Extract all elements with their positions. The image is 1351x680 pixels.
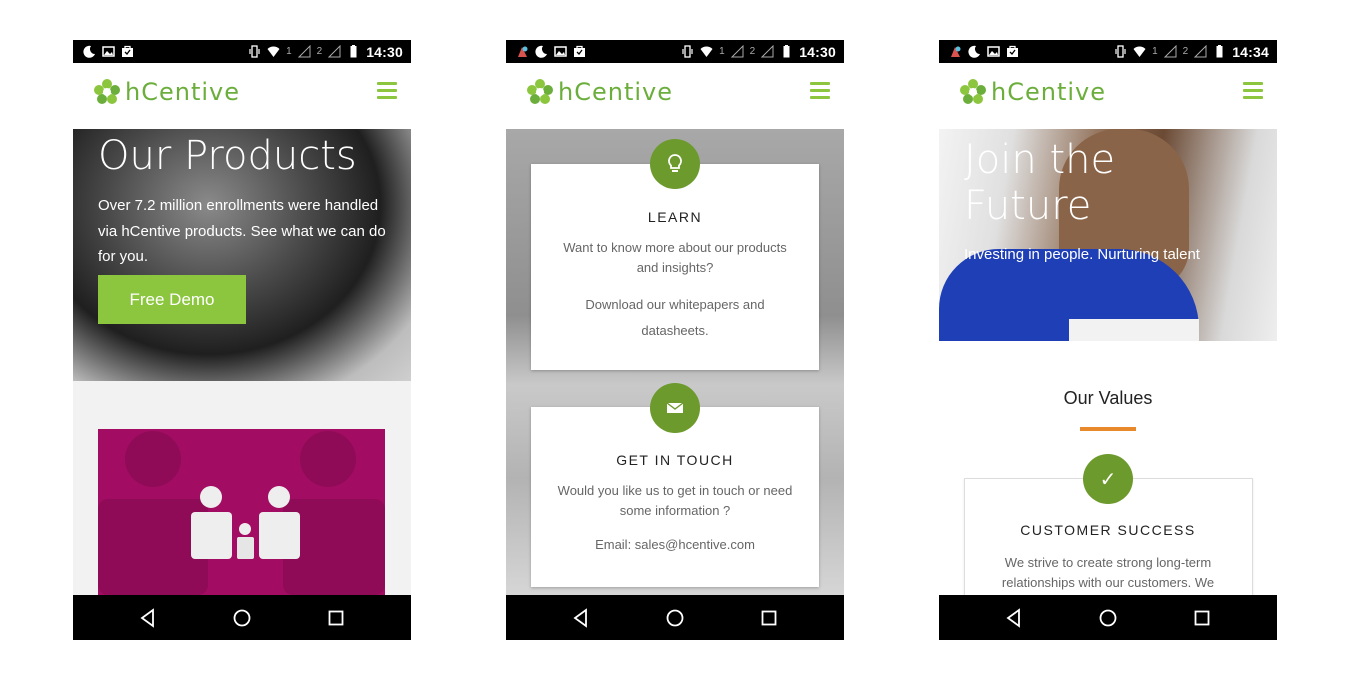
sim2-label: 2 xyxy=(749,46,756,57)
app-notification-icon xyxy=(951,46,961,57)
envelope-icon xyxy=(666,402,684,413)
clock: 14:30 xyxy=(366,43,403,60)
hamburger-menu-icon[interactable] xyxy=(377,82,397,100)
learn-card[interactable]: LEARN Want to know more about our produc… xyxy=(531,164,819,370)
wifi-icon xyxy=(1133,46,1146,57)
learn-download-text: Download our whitepapers and datasheets. xyxy=(585,297,765,338)
image-icon xyxy=(102,46,115,57)
signal-icon xyxy=(297,45,311,58)
hero-paper xyxy=(1069,319,1199,341)
hcentive-logo[interactable]: hCentive xyxy=(526,78,673,106)
customer-success-title: CUSTOMER SUCCESS xyxy=(1020,522,1196,538)
products-section xyxy=(73,381,411,595)
sales-email-link[interactable]: Email: sales@hcentive.com xyxy=(551,535,799,555)
image-icon xyxy=(554,46,567,57)
customer-success-text: We strive to create strong long-term rel… xyxy=(1001,555,1215,590)
recents-square-icon[interactable] xyxy=(1191,607,1213,629)
phone-screen-products: 1 2 14:30 hCentive Our Products Over 7.2… xyxy=(73,40,411,640)
battery-icon xyxy=(783,45,790,58)
clock: 14:34 xyxy=(1232,43,1269,60)
battery-icon xyxy=(350,45,357,58)
logo-mark-icon xyxy=(960,79,986,104)
get-in-touch-text: Would you like us to get in touch or nee… xyxy=(557,483,793,518)
app-notification-icon xyxy=(518,46,528,57)
page-title: Join the Future xyxy=(964,137,1116,229)
hcentive-logo[interactable]: hCentive xyxy=(959,78,1106,106)
hamburger-menu-icon[interactable] xyxy=(1243,82,1263,100)
status-bar: 1 2 14:30 xyxy=(506,40,844,63)
logo-text: hCentive xyxy=(558,78,673,106)
sim1-label: 1 xyxy=(286,46,292,57)
checkmark-icon: ✓ xyxy=(1083,454,1133,504)
signal-icon xyxy=(328,45,341,58)
site-header: hCentive xyxy=(506,63,844,129)
site-header: hCentive xyxy=(939,63,1277,129)
phone-screen-careers: 1 2 14:34 hCentive Join the Future Inves… xyxy=(939,40,1277,640)
home-circle-icon[interactable] xyxy=(1097,607,1119,629)
learn-badge xyxy=(650,139,700,189)
site-header: hCentive xyxy=(73,63,411,129)
careers-hero: Join the Future Investing in people. Nur… xyxy=(939,129,1277,341)
moon-icon xyxy=(535,45,547,58)
product-illustration xyxy=(98,429,385,595)
signal-icon xyxy=(730,45,744,58)
home-circle-icon[interactable] xyxy=(664,607,686,629)
hero-subtitle: Investing in people. Nurturing talent xyxy=(964,246,1200,263)
recents-square-icon[interactable] xyxy=(758,607,780,629)
hamburger-menu-icon[interactable] xyxy=(810,82,830,100)
clock: 14:30 xyxy=(799,43,836,60)
lightbulb-icon xyxy=(668,154,682,172)
sim2-label: 2 xyxy=(1182,46,1189,57)
android-nav-bar xyxy=(73,595,411,640)
home-circle-icon[interactable] xyxy=(231,607,253,629)
page-title: Our Products xyxy=(98,133,357,179)
logo-text: hCentive xyxy=(991,78,1106,106)
phone-screen-contact: 1 2 14:30 hCentive LEARN Want to know mo… xyxy=(506,40,844,640)
back-triangle-icon[interactable] xyxy=(1003,607,1025,629)
learn-text: Want to know more about our products and… xyxy=(563,240,787,275)
moon-icon xyxy=(968,45,980,58)
get-in-touch-card[interactable]: GET IN TOUCH Would you like us to get in… xyxy=(531,407,819,587)
vibrate-icon xyxy=(682,45,693,58)
wifi-icon xyxy=(267,46,280,57)
recents-square-icon[interactable] xyxy=(325,607,347,629)
status-bar: 1 2 14:30 xyxy=(73,40,411,63)
signal-icon xyxy=(1194,45,1207,58)
shopping-bag-icon xyxy=(122,45,133,57)
sim2-label: 2 xyxy=(316,46,323,57)
free-demo-button[interactable]: Free Demo xyxy=(98,275,246,324)
android-nav-bar xyxy=(939,595,1277,640)
vibrate-icon xyxy=(249,45,260,58)
logo-mark-icon xyxy=(94,79,120,104)
sim1-label: 1 xyxy=(1152,46,1158,57)
family-illustration-icon xyxy=(98,431,385,595)
logo-mark-icon xyxy=(527,79,553,104)
values-heading: Our Values xyxy=(1063,388,1153,408)
back-triangle-icon[interactable] xyxy=(570,607,592,629)
get-in-touch-title: GET IN TOUCH xyxy=(616,452,734,468)
signal-icon xyxy=(761,45,774,58)
signal-icon xyxy=(1163,45,1177,58)
android-nav-bar xyxy=(506,595,844,640)
learn-title: LEARN xyxy=(647,209,703,225)
wifi-icon xyxy=(700,46,713,57)
shopping-bag-icon xyxy=(1007,45,1018,57)
battery-icon xyxy=(1216,45,1223,58)
hero-description: Over 7.2 million enrollments were handle… xyxy=(98,197,386,265)
moon-icon xyxy=(83,45,95,58)
logo-text: hCentive xyxy=(125,78,240,106)
sim1-label: 1 xyxy=(719,46,725,57)
status-bar: 1 2 14:34 xyxy=(939,40,1277,63)
heading-underline xyxy=(1080,427,1136,431)
get-in-touch-badge xyxy=(650,383,700,433)
shopping-bag-icon xyxy=(574,45,585,57)
vibrate-icon xyxy=(1115,45,1126,58)
back-triangle-icon[interactable] xyxy=(137,607,159,629)
hcentive-logo[interactable]: hCentive xyxy=(93,78,240,106)
products-hero: Our Products Over 7.2 million enrollment… xyxy=(73,129,411,381)
image-icon xyxy=(987,46,1000,57)
